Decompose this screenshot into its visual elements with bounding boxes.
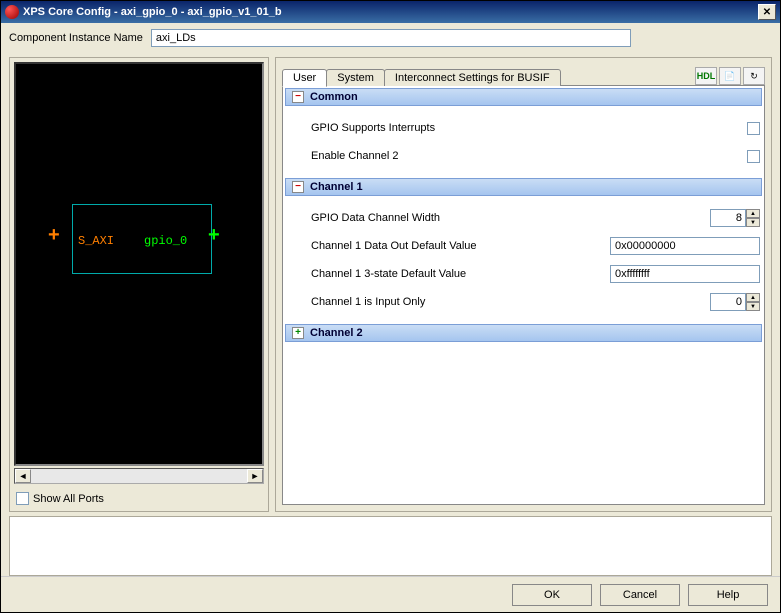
left-port-label: S_AXI xyxy=(78,234,114,248)
ok-button[interactable]: OK xyxy=(512,584,592,606)
block-preview-panel: + + S_AXI gpio_0 ◄ ► Show All Ports xyxy=(9,57,269,512)
preview-scrollbar[interactable]: ◄ ► xyxy=(14,468,264,484)
ch1-tri-input[interactable] xyxy=(610,265,760,283)
tab-content: − Common GPIO Supports Interrupts Enable… xyxy=(282,86,765,505)
section-ch1-body: GPIO Data Channel Width ▲ ▼ xyxy=(283,198,764,322)
tab-user[interactable]: User xyxy=(282,69,327,87)
spinner-up-button[interactable]: ▲ xyxy=(746,293,760,302)
gpio-width-input[interactable] xyxy=(710,209,746,227)
instance-name-row: Component Instance Name xyxy=(1,23,780,53)
instance-name-input[interactable] xyxy=(151,29,631,47)
main-window: XPS Core Config - axi_gpio_0 - axi_gpio_… xyxy=(0,0,781,613)
gpio-width-spinner[interactable]: ▲ ▼ xyxy=(710,209,760,227)
show-all-ports-checkbox[interactable] xyxy=(16,492,29,505)
section-common-header[interactable]: − Common xyxy=(285,88,762,106)
cancel-button[interactable]: Cancel xyxy=(600,584,680,606)
section-ch2-title: Channel 2 xyxy=(310,327,363,339)
app-icon xyxy=(5,5,19,19)
show-all-ports-row: Show All Ports xyxy=(14,490,264,507)
expand-icon: + xyxy=(292,327,304,339)
ch1-input-only-input[interactable] xyxy=(710,293,746,311)
show-all-ports-label: Show All Ports xyxy=(33,493,104,505)
spinner-down-button[interactable]: ▼ xyxy=(746,302,760,311)
spinner-up-button[interactable]: ▲ xyxy=(746,209,760,218)
ch1-input-only-label: Channel 1 is Input Only xyxy=(311,296,580,308)
section-ch2-header[interactable]: + Channel 2 xyxy=(285,324,762,342)
ch1-tri-label: Channel 1 3-state Default Value xyxy=(311,268,580,280)
collapse-icon: − xyxy=(292,91,304,103)
enable-ch2-label: Enable Channel 2 xyxy=(311,150,580,162)
scroll-right-button[interactable]: ► xyxy=(247,469,263,483)
section-common-body: GPIO Supports Interrupts Enable Channel … xyxy=(283,108,764,176)
enable-ch2-checkbox[interactable] xyxy=(747,150,760,163)
gpio-width-label: GPIO Data Channel Width xyxy=(311,212,580,224)
main-area: + + S_AXI gpio_0 ◄ ► Show All Ports User… xyxy=(1,53,780,512)
right-port-icon: + xyxy=(208,224,220,247)
config-panel: User System Interconnect Settings for BU… xyxy=(275,57,772,512)
title-bar: XPS Core Config - axi_gpio_0 - axi_gpio_… xyxy=(1,1,780,23)
spinner-down-button[interactable]: ▼ xyxy=(746,218,760,227)
supports-interrupts-checkbox[interactable] xyxy=(747,122,760,135)
section-ch1-title: Channel 1 xyxy=(310,181,363,193)
section-common-title: Common xyxy=(310,91,358,103)
window-title: XPS Core Config - axi_gpio_0 - axi_gpio_… xyxy=(23,6,282,18)
ch1-dout-input[interactable] xyxy=(610,237,760,255)
collapse-icon: − xyxy=(292,181,304,193)
scroll-left-button[interactable]: ◄ xyxy=(15,469,31,483)
refresh-button[interactable]: ↻ xyxy=(743,67,765,85)
supports-interrupts-label: GPIO Supports Interrupts xyxy=(311,122,580,134)
log-panel[interactable] xyxy=(9,516,772,576)
help-button[interactable]: Help xyxy=(688,584,768,606)
ch1-input-only-spinner[interactable]: ▲ ▼ xyxy=(710,293,760,311)
scroll-track[interactable] xyxy=(31,469,247,483)
left-port-icon: + xyxy=(48,224,60,247)
section-ch1-header[interactable]: − Channel 1 xyxy=(285,178,762,196)
tab-strip: User System Interconnect Settings for BU… xyxy=(282,64,765,86)
instance-name-label: Component Instance Name xyxy=(9,32,143,44)
tab-interconnect[interactable]: Interconnect Settings for BUSIF xyxy=(384,69,561,86)
block-diagram-view[interactable]: + + S_AXI gpio_0 xyxy=(14,62,264,466)
datasheet-button[interactable]: 📄 xyxy=(719,67,741,85)
close-button[interactable]: ✕ xyxy=(758,4,776,20)
hdl-button[interactable]: HDL xyxy=(695,67,717,85)
ch1-dout-label: Channel 1 Data Out Default Value xyxy=(311,240,580,252)
right-port-label: gpio_0 xyxy=(144,234,187,248)
tab-system[interactable]: System xyxy=(326,69,385,86)
button-bar: OK Cancel Help xyxy=(1,576,780,612)
